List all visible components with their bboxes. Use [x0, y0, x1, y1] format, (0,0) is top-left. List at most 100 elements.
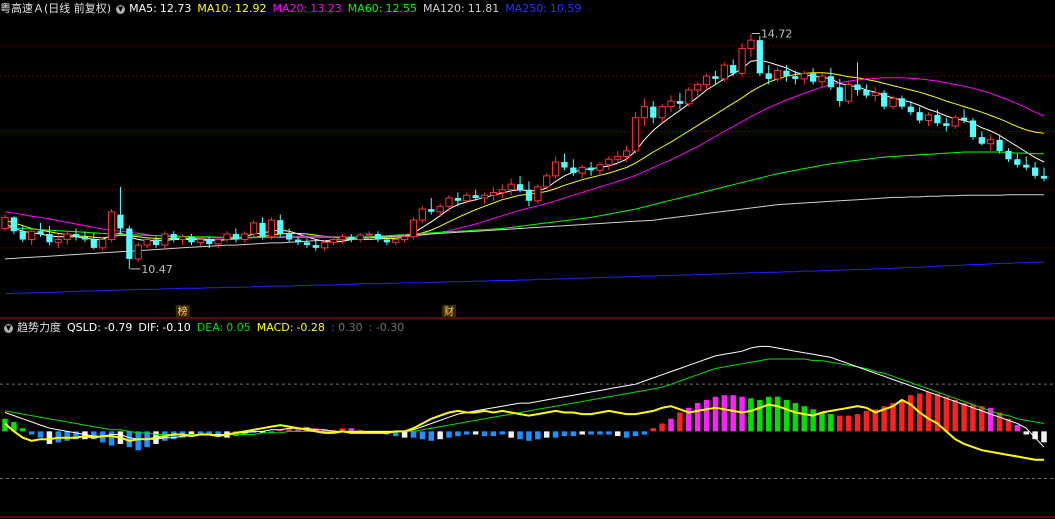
candle-body [578, 167, 586, 174]
dea-label: DEA: [196, 321, 224, 334]
candle-body [694, 83, 702, 91]
candle-body [232, 234, 239, 240]
macd-bar [570, 431, 577, 437]
ma20-label: MA20: [272, 2, 308, 15]
macd-bar [757, 399, 763, 432]
candle-body [570, 167, 577, 174]
macd-bar [428, 431, 435, 441]
candle-body [561, 162, 568, 168]
macd-label: MACD: [256, 321, 294, 334]
candle-body [90, 239, 97, 248]
macd-bar [641, 431, 648, 435]
candle-body [54, 239, 62, 243]
candle-body [46, 234, 53, 243]
candle-body [392, 239, 400, 243]
event-marker-finance: 财 [444, 305, 454, 318]
candle-body [72, 234, 80, 237]
macd-bar [863, 410, 870, 432]
candle-body [773, 70, 782, 80]
macd-bar [464, 431, 470, 435]
macd-bar [552, 431, 559, 438]
candle-body [463, 194, 471, 202]
candle-body [871, 92, 879, 97]
chevron-down-icon[interactable]: ▼ [116, 4, 126, 14]
candle-body [738, 47, 746, 74]
candle-body [605, 158, 613, 166]
candle-body [267, 219, 276, 238]
macd-bar [748, 398, 754, 432]
macd-bar [348, 428, 355, 432]
candle-body [730, 65, 737, 74]
candle-body [10, 217, 17, 232]
candle-body [445, 197, 453, 207]
macd-bar [535, 431, 541, 440]
ma10-line [4, 72, 1045, 240]
candle-body [321, 241, 329, 249]
main-chart-header: 粤高速Ａ(日线 前复权) ▼ MA5: 12.73 MA10: 12.92 MA20: 13.… [0, 0, 587, 18]
candle-body [196, 239, 204, 243]
dif-value: -0.10 [162, 321, 191, 334]
candle-body [951, 117, 959, 127]
price-chart[interactable]: 14.72 10.47 榜 财 [0, 0, 1055, 519]
candle-body [303, 242, 311, 246]
candle-body [107, 211, 116, 241]
candle-body [969, 120, 977, 138]
macd-bar [703, 399, 710, 432]
ma20-legend: MA20: 13.23 [273, 2, 342, 15]
macd-bar [925, 392, 932, 432]
macd-bar [606, 431, 612, 435]
macd-bar [579, 431, 585, 435]
candle-body [996, 139, 1003, 151]
ma120-value: 11.81 [467, 2, 500, 15]
low-price-label: 10.47 [141, 263, 173, 276]
ma120-label: MA120: [422, 2, 465, 15]
ma5-line [4, 59, 1045, 243]
macd-bar [28, 431, 35, 435]
candle-body [489, 191, 498, 196]
macd-bar [828, 414, 834, 432]
candle-body [845, 83, 853, 102]
ma20-value: 13.23 [310, 2, 342, 15]
macd-bar [37, 431, 44, 438]
macd-bar [1041, 431, 1047, 443]
candle-body [525, 189, 533, 201]
candle-body [356, 234, 364, 241]
candle-body [1, 216, 9, 229]
candle-body [277, 220, 284, 234]
chevron-down-icon[interactable]: ▼ [4, 323, 13, 333]
candle-body [250, 222, 258, 235]
macd-bar [437, 431, 443, 440]
candle-body [99, 239, 107, 249]
candle-body [881, 92, 888, 107]
ma5-legend: MA5: 12.73 [129, 2, 191, 15]
macd-bar [526, 431, 532, 441]
macd-bar [588, 431, 594, 435]
dif-label: DIF: [138, 321, 160, 334]
candle-body [409, 219, 418, 238]
candle-body [428, 209, 435, 212]
candle-body [596, 164, 604, 171]
macd-bar [952, 399, 958, 432]
macd-bar [481, 431, 488, 437]
candle-body [640, 106, 648, 119]
macd-bar [810, 409, 816, 432]
macd-bar [517, 431, 523, 440]
qsld-line [4, 398, 1044, 461]
macd-bar [668, 418, 674, 432]
candle-body [401, 236, 409, 241]
candle-body [188, 236, 195, 243]
macd-bar [108, 431, 115, 446]
macd-bar [623, 431, 630, 438]
ma250-legend: MA250: 10.59 [505, 2, 581, 15]
macd-bar [490, 431, 497, 437]
macd-bar [899, 399, 905, 432]
candle-body [374, 234, 382, 240]
candle-body [214, 239, 222, 245]
candle-body [534, 186, 542, 202]
event-marker-rank: 榜 [178, 305, 188, 318]
macd-bar [419, 431, 426, 440]
stock-chart-window: 14.72 10.47 榜财 粤高速Ａ(日线 前复权) ▼ MA5: 12.73 MA10:… [0, 0, 1055, 519]
candle-body [63, 233, 71, 241]
candle-body [987, 139, 995, 145]
ma10-label: MA10: [197, 2, 233, 15]
